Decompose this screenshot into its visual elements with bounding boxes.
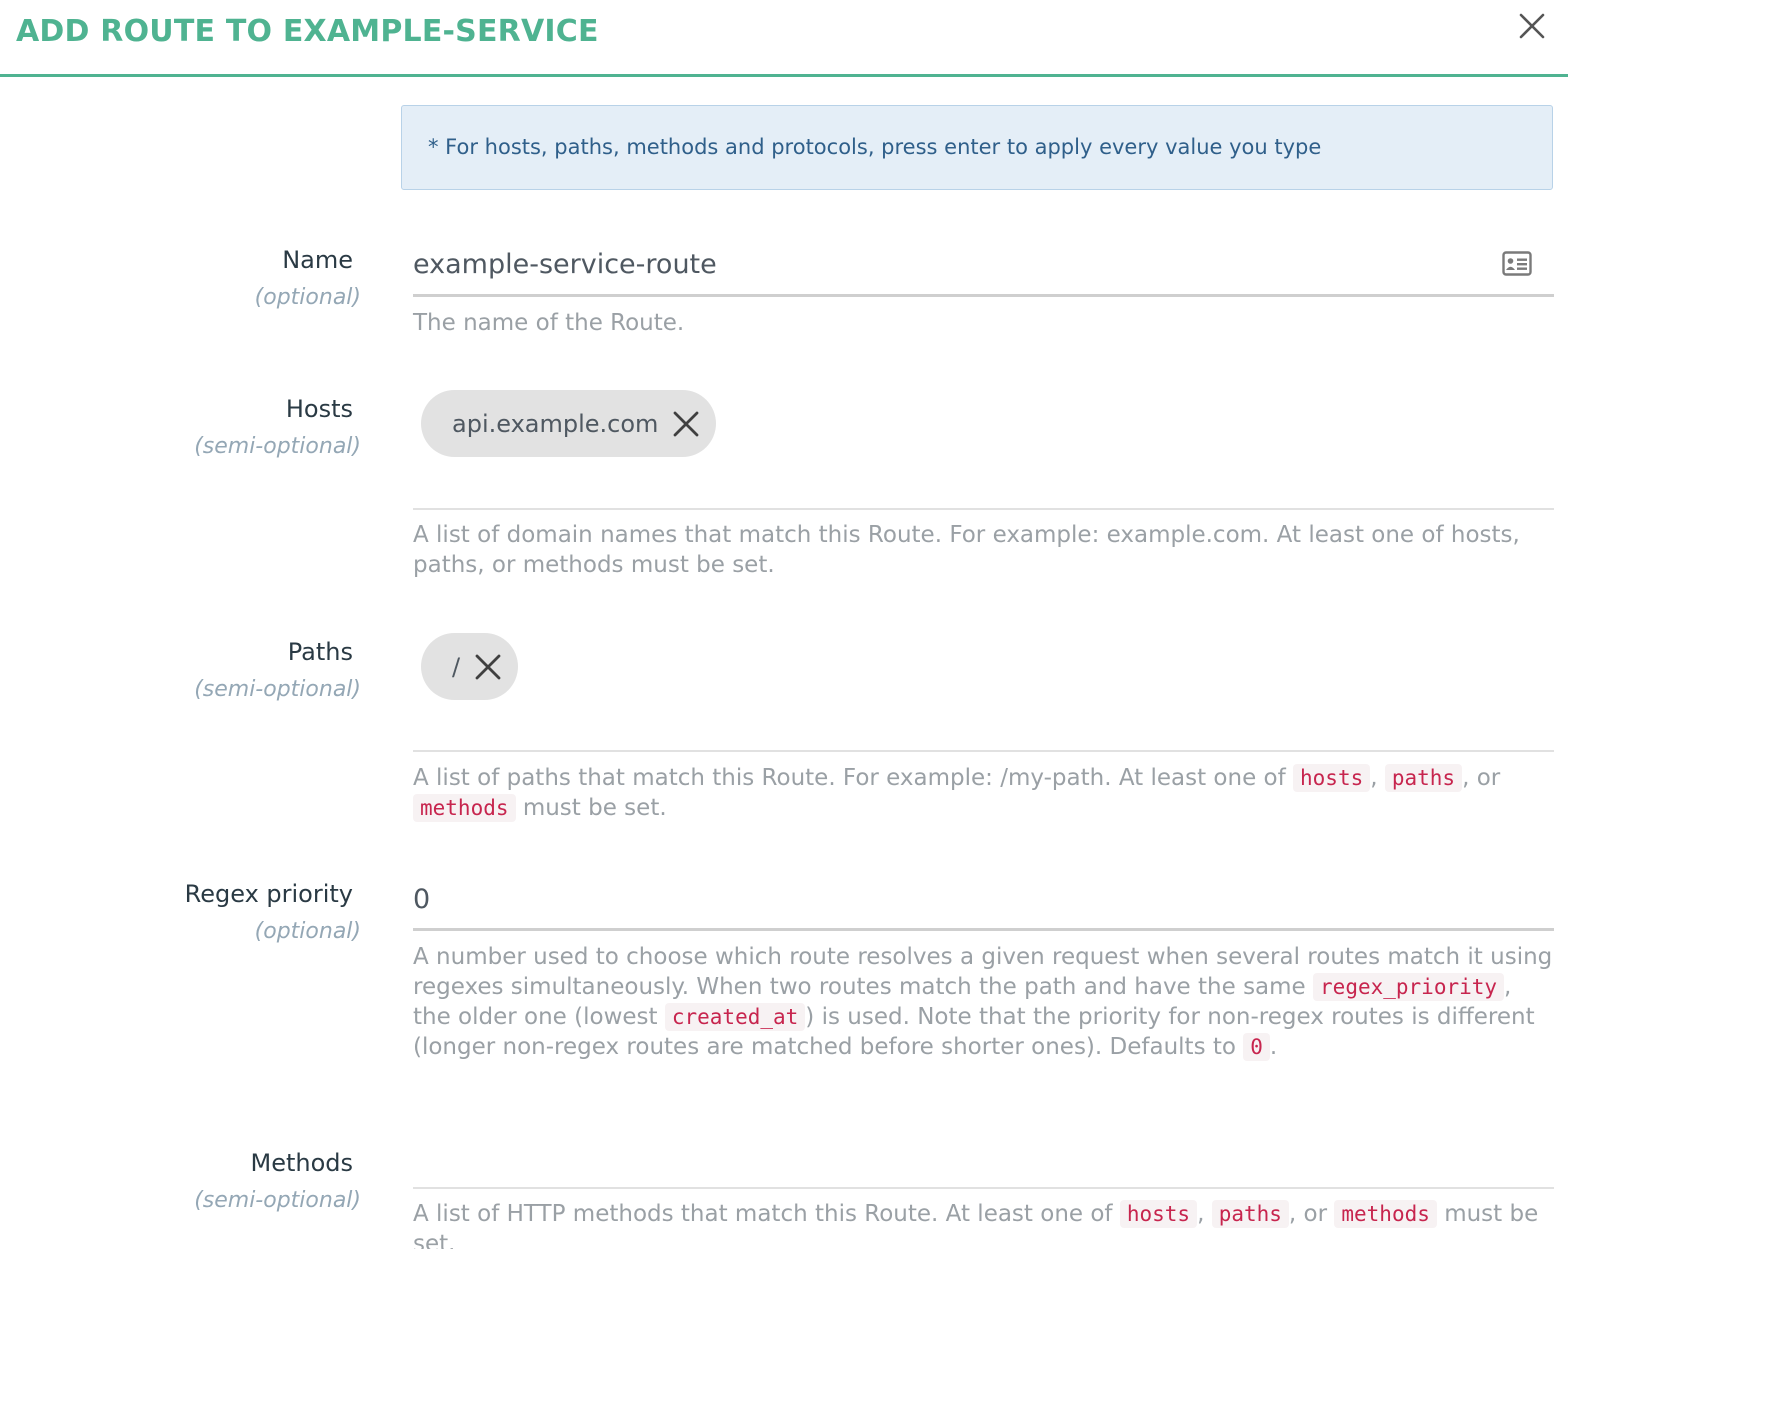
code-paths: paths [1384, 764, 1463, 792]
add-route-modal: ADD ROUTE TO EXAMPLE-SERVICE * For hosts… [0, 0, 1568, 1249]
info-alert: * For hosts, paths, methods and protocol… [401, 105, 1553, 190]
methods-label: Methods [250, 1149, 353, 1177]
code-hosts: hosts [1293, 764, 1371, 792]
hosts-help-text: A list of domain names that match this R… [413, 522, 1520, 578]
paths-label: Paths [287, 638, 353, 666]
name-input-underline [413, 294, 1554, 297]
hosts-tag: api.example.com [421, 390, 717, 457]
hosts-input-underline[interactable] [413, 508, 1554, 510]
modal-title: ADD ROUTE TO EXAMPLE-SERVICE [16, 14, 599, 49]
code-zero: 0 [1243, 1033, 1270, 1061]
code-regex-priority: regex_priority [1313, 973, 1505, 1001]
regex-priority-underline [413, 928, 1554, 931]
regex-priority-help-text: A number used to choose which route reso… [413, 944, 1553, 1061]
name-label: Name [282, 246, 353, 274]
paths-semi-optional-hint: (semi-optional) [194, 677, 361, 702]
contact-card-icon[interactable] [1502, 251, 1532, 276]
paths-tag: / [421, 633, 519, 700]
hosts-semi-optional-hint: (semi-optional) [194, 434, 361, 459]
methods-input-underline[interactable] [413, 1187, 1554, 1189]
modal-header: ADD ROUTE TO EXAMPLE-SERVICE [0, 0, 1568, 77]
code-created-at: created_at [664, 1003, 806, 1031]
close-icon[interactable] [1518, 12, 1546, 40]
methods-help-text: A list of HTTP methods that match this R… [413, 1200, 1539, 1249]
name-help-text: The name of the Route. [413, 310, 685, 336]
code-hosts: hosts [1119, 1200, 1198, 1228]
paths-tag-label: / [452, 652, 461, 681]
regex-priority-input[interactable]: 0 [413, 884, 430, 915]
name-input[interactable]: example-service-route [413, 249, 717, 280]
remove-tag-icon[interactable] [474, 653, 502, 681]
code-methods: methods [1334, 1200, 1437, 1228]
code-paths: paths [1211, 1200, 1289, 1228]
remove-tag-icon[interactable] [672, 410, 700, 438]
regex-priority-label: Regex priority [184, 880, 353, 908]
paths-input-underline[interactable] [413, 750, 1554, 752]
paths-help-text: A list of paths that match this Route. F… [413, 764, 1501, 822]
name-optional-hint: (optional) [254, 285, 361, 310]
hosts-tag-label: api.example.com [452, 409, 659, 438]
code-methods: methods [413, 794, 516, 822]
hosts-label: Hosts [285, 395, 353, 423]
methods-semi-optional-hint: (semi-optional) [194, 1188, 361, 1213]
regex-priority-optional-hint: (optional) [254, 919, 361, 944]
